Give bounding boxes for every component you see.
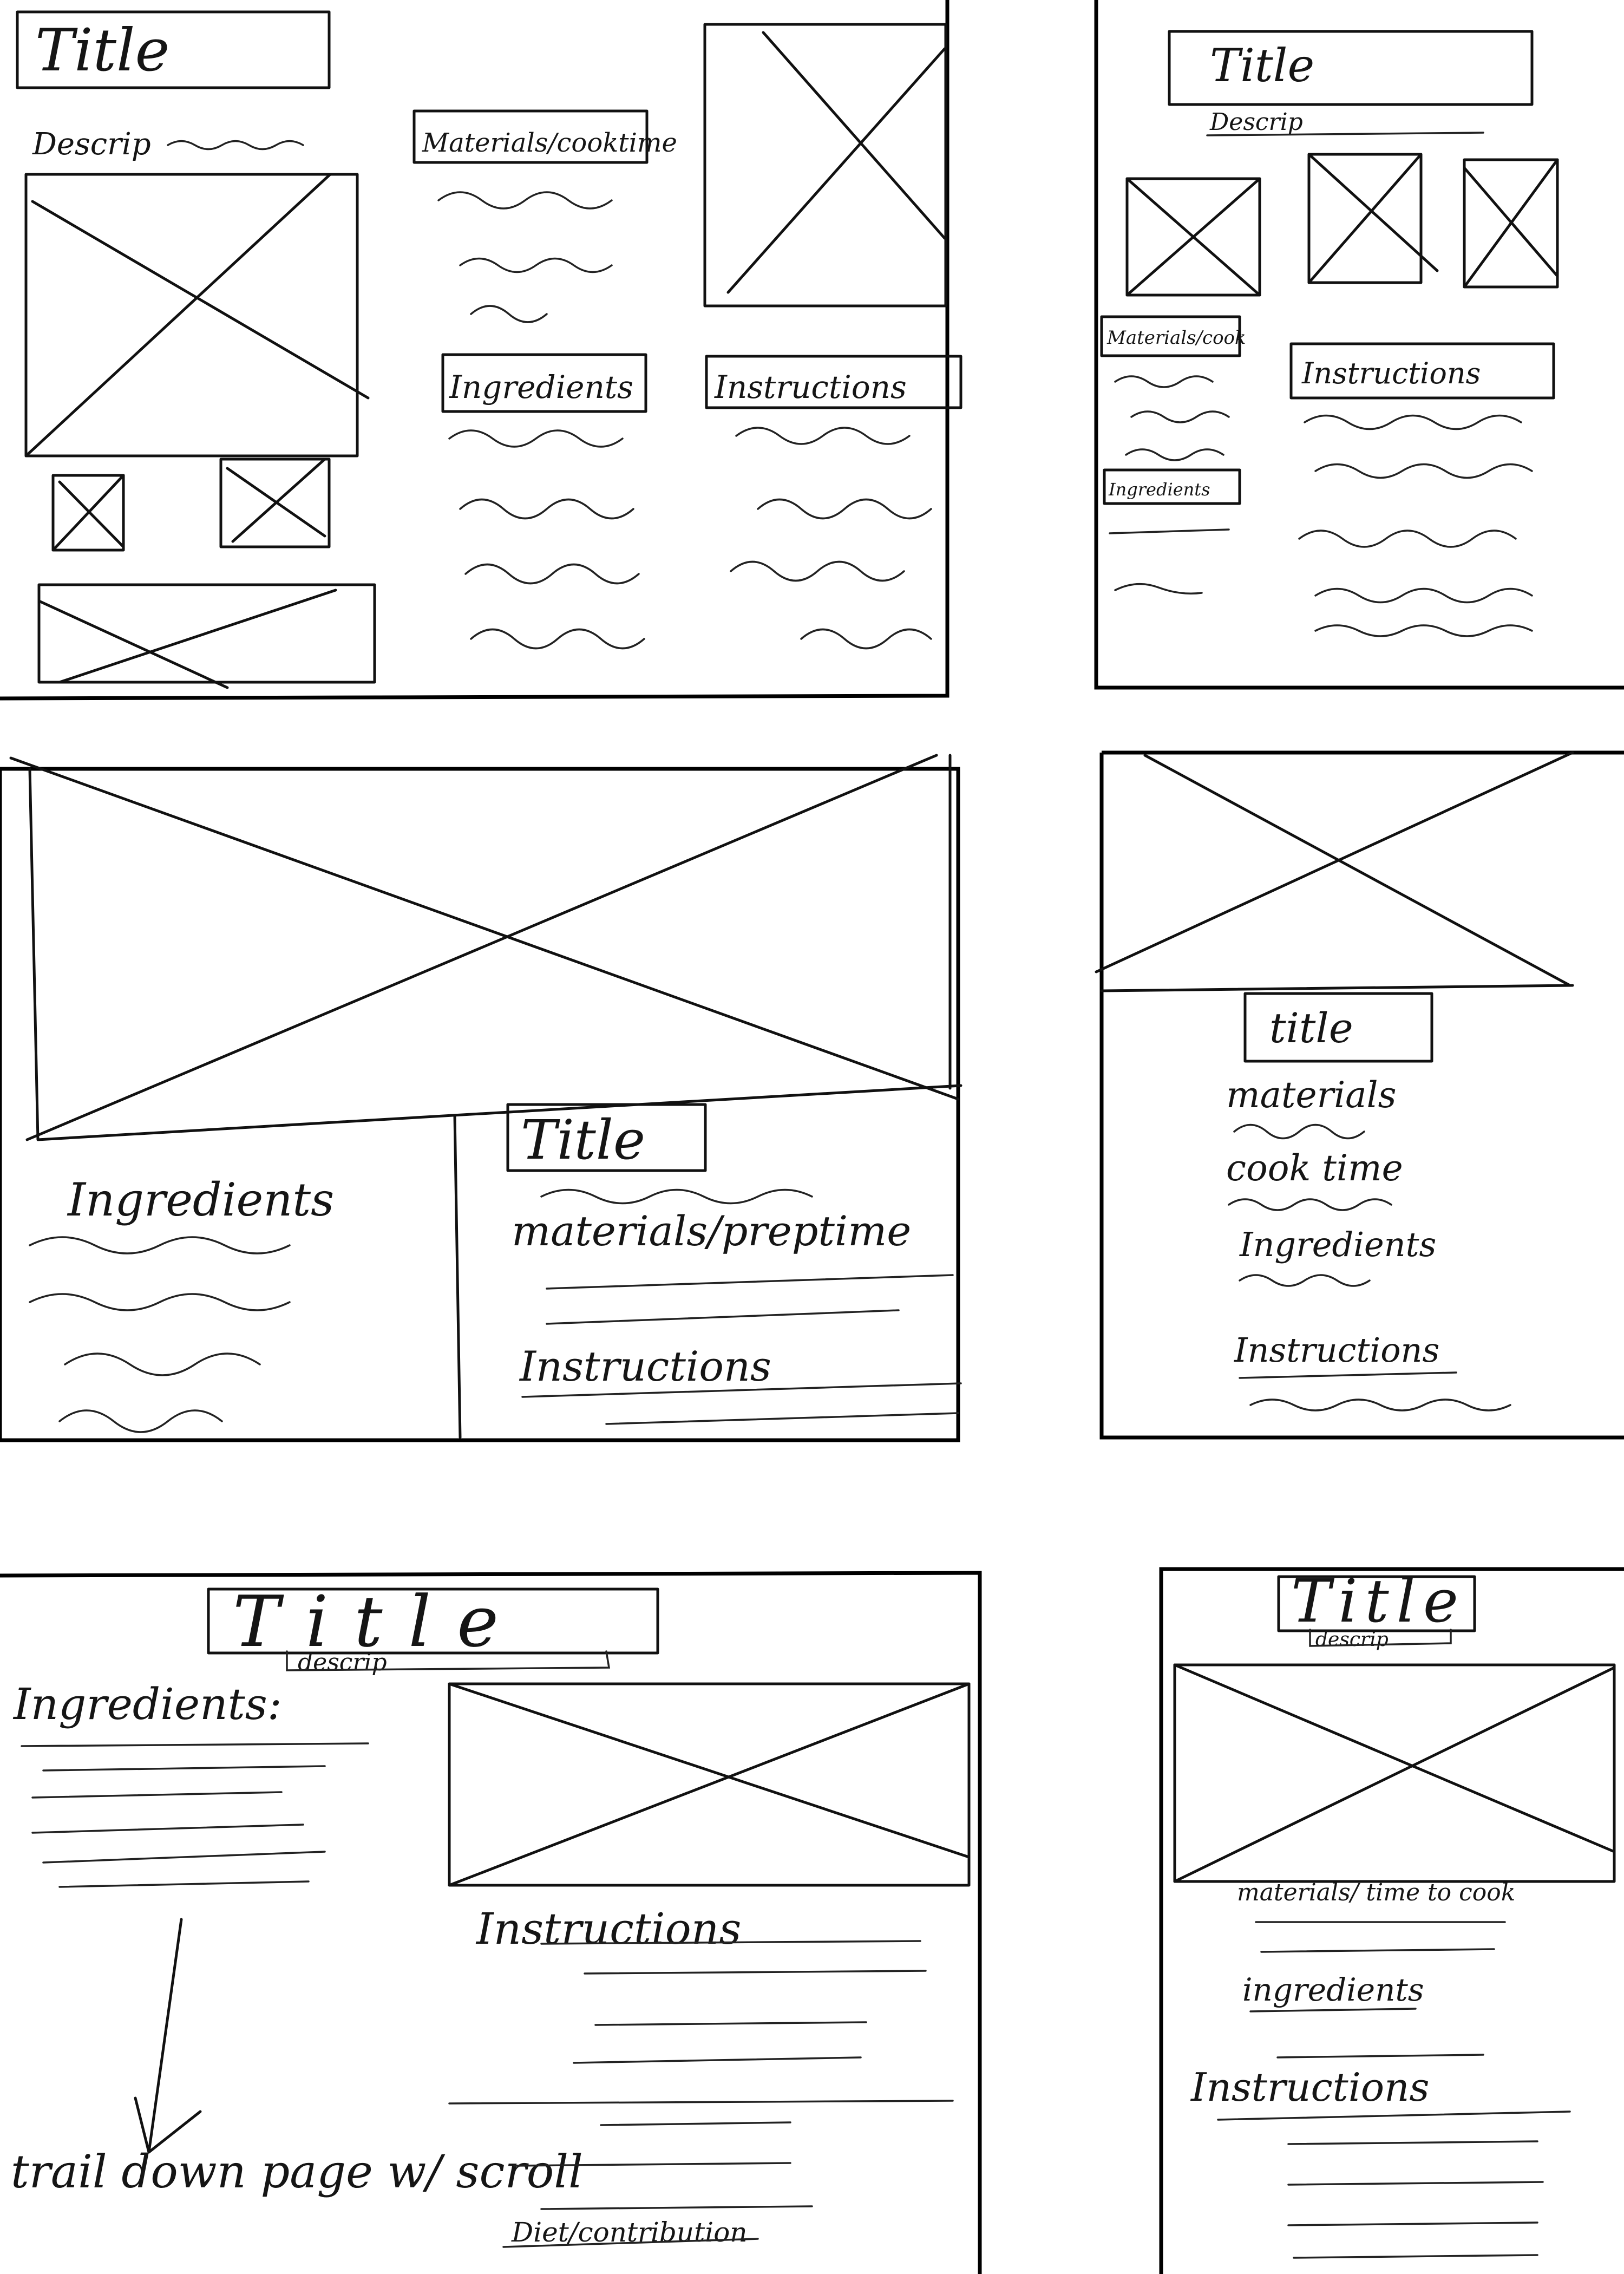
title-label: title (1269, 1004, 1353, 1052)
scroll-arrow-icon (134, 1918, 202, 2154)
materials-label: materials (1226, 1074, 1397, 1116)
image-placeholder-main (1173, 1663, 1616, 1883)
instructions-label: Instructions (1234, 1330, 1439, 1370)
instructions-label: Instructions (475, 1904, 741, 1954)
ingredients-label: Ingredients (449, 369, 633, 406)
panel-1-desktop-layout: Title Descrip Materials/cooktime Ingredi… (0, 0, 962, 701)
ingredients-label: Ingredients: (12, 1679, 282, 1729)
materials-label: Materials/cook (1106, 327, 1246, 349)
title-label: Title (521, 1108, 645, 1172)
ingredients-label: Ingredients (1108, 479, 1210, 500)
panel-3-hero-layout: Ingredients Title materials/preptime Ins… (0, 754, 962, 1442)
description-label: Descrip (1209, 108, 1303, 136)
image-placeholder-thumb-2 (219, 458, 331, 548)
image-placeholder-side (703, 23, 947, 308)
image-placeholder-main (448, 1682, 971, 1887)
image-placeholder-3 (1463, 158, 1559, 289)
image-placeholder-1 (1125, 177, 1261, 297)
materials-label: Materials/cooktime (422, 128, 677, 158)
image-placeholder-header (1095, 751, 1574, 992)
image-placeholder-wide (37, 583, 376, 689)
title-label: Title (35, 17, 169, 84)
panel-4-mobile-layout: title materials cook time Ingredients In… (1095, 750, 1624, 1440)
image-placeholder-hero (9, 754, 962, 1141)
panel-2-tablet-layout: Title Descrip Materials/cook Ingredients… (1094, 0, 1624, 690)
description-label: descrip (298, 1649, 387, 1676)
image-placeholder-2 (1307, 153, 1439, 284)
instructions-label: Instructions (1301, 356, 1481, 390)
panel-6-mobile-layout: Title descrip materials/ time to cook in… (1159, 1566, 1624, 2274)
title-label: Title (1210, 39, 1314, 92)
ingredients-label: Ingredients (1239, 1225, 1436, 1264)
description-label: Descrip (32, 127, 151, 162)
ingredients-label: Ingredients (67, 1173, 334, 1226)
instructions-label: Instructions (519, 1342, 771, 1390)
materials-label: materials/preptime (512, 1207, 911, 1255)
image-placeholder-main (24, 173, 370, 458)
title-label: Title (1291, 1566, 1466, 1636)
instructions-label: Instructions (1190, 2064, 1429, 2110)
instructions-label: Instructions (714, 369, 907, 406)
ingredients-label: ingredients (1242, 1971, 1424, 2008)
wireframe-sketch-sheet: Title Descrip Materials/cooktime Ingredi… (0, 0, 1624, 2274)
scroll-note: trail down page w/ scroll (11, 2145, 583, 2198)
cook-time-label: cook time (1226, 1147, 1403, 1189)
materials-label: materials/ time to cook (1237, 1879, 1515, 1906)
panel-5-desktop-scroll-layout: Title descrip Ingredients: trail down pa… (0, 1571, 982, 2274)
image-placeholder-thumb-1 (51, 474, 125, 552)
description-label: descrip (1315, 1629, 1389, 1651)
